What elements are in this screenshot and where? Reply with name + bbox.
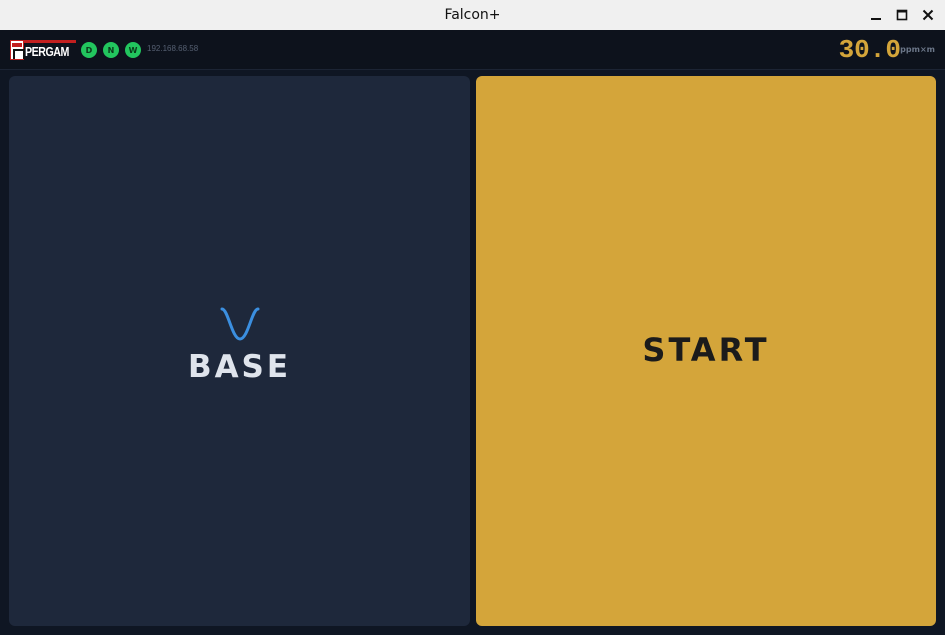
logo-text: PERGAM — [25, 44, 69, 59]
minimize-button[interactable] — [865, 4, 887, 26]
window-controls — [865, 0, 939, 30]
status-indicators: D N W — [81, 42, 141, 58]
status-indicator-n[interactable]: N — [103, 42, 119, 58]
window-title: Falcon+ — [444, 7, 501, 23]
window-titlebar: Falcon+ — [0, 0, 945, 30]
status-indicator-w[interactable]: W — [125, 42, 141, 58]
base-button[interactable]: BASE — [9, 76, 470, 626]
curve-icon — [220, 307, 259, 341]
close-icon — [922, 9, 934, 21]
start-button[interactable]: START — [476, 76, 936, 626]
pergam-logo: PERGAM — [10, 40, 76, 60]
logo-mark-icon — [10, 40, 25, 60]
ip-address: 192.168.68.58 — [147, 44, 199, 53]
status-indicator-d[interactable]: D — [81, 42, 97, 58]
maximize-icon — [896, 9, 908, 21]
app-header: PERGAM D N W 192.168.68.58 30.0 ppm×m — [0, 30, 945, 70]
base-label: BASE — [187, 349, 292, 385]
minimize-icon — [871, 18, 881, 20]
close-button[interactable] — [917, 4, 939, 26]
reading-unit: ppm×m — [900, 45, 935, 54]
reading-value: 30.0 — [838, 35, 901, 65]
maximize-button[interactable] — [891, 4, 913, 26]
start-label: START — [642, 331, 770, 369]
